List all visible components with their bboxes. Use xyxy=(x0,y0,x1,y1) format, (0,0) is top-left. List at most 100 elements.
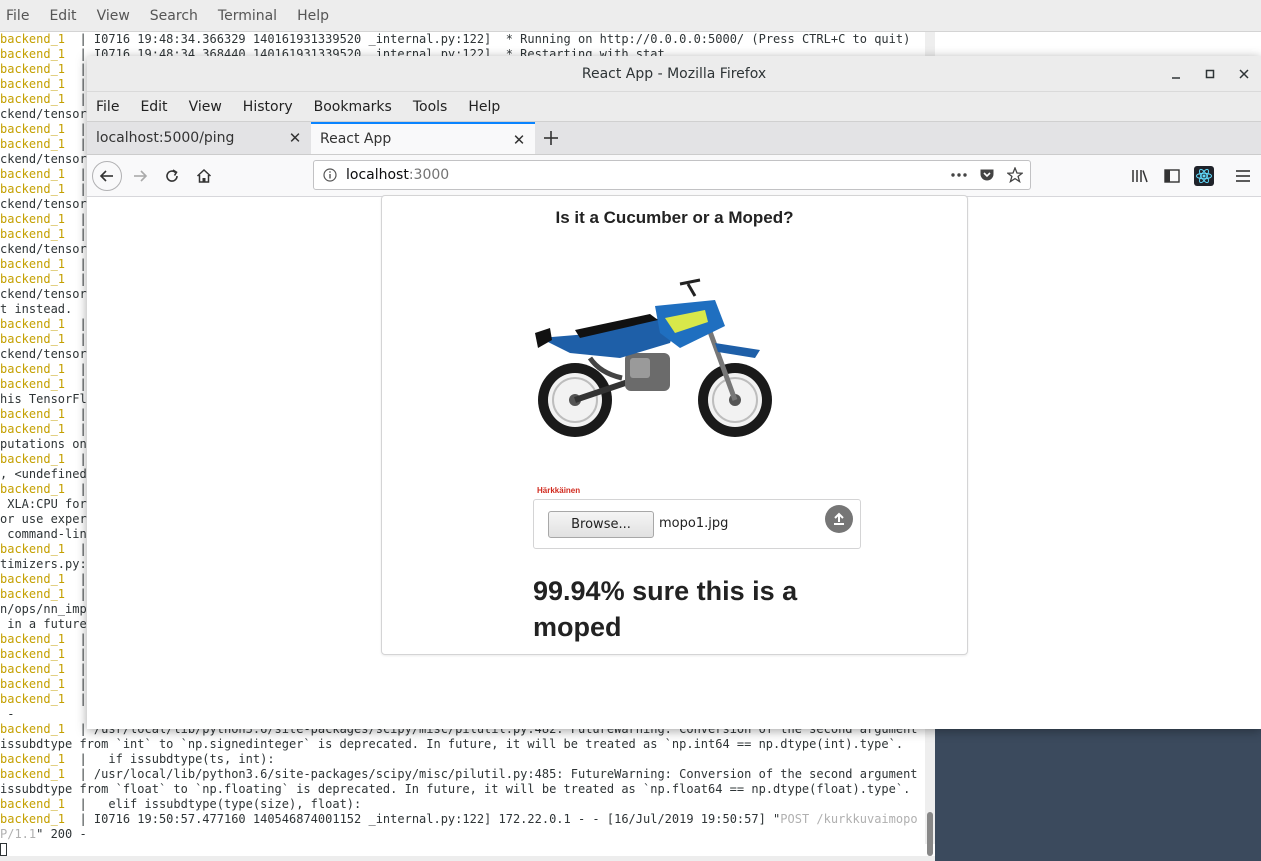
terminal-line-text: ckend/tensorf xyxy=(0,197,94,211)
terminal-service-label: backend_1 xyxy=(0,257,66,271)
info-icon[interactable] xyxy=(323,168,337,182)
new-tab-icon[interactable] xyxy=(535,122,567,154)
terminal-line: backend_1 | I0716 19:48:34.366329 140161… xyxy=(0,32,925,47)
terminal-line-text: XLA:CPU for xyxy=(0,497,87,511)
terminal-faded-text: P/1.1 xyxy=(0,827,37,841)
terminal-service-label: backend_1 xyxy=(0,632,66,646)
tab-ping[interactable]: localhost:5000/ping ✕ xyxy=(87,122,311,154)
terminal-line-text: | xyxy=(65,227,87,241)
terminal-service-label: backend_1 xyxy=(0,32,66,46)
tab-strip: localhost:5000/ping ✕ React App ✕ xyxy=(87,122,1261,155)
terminal-service-label: backend_1 xyxy=(0,752,66,766)
menu-edit[interactable]: Edit xyxy=(140,99,167,115)
terminal-menu-view[interactable]: View xyxy=(97,8,130,24)
home-icon[interactable] xyxy=(189,161,219,191)
terminal-service-label: backend_1 xyxy=(0,767,66,781)
terminal-menu-terminal[interactable]: Terminal xyxy=(218,8,277,24)
terminal-line-text: | xyxy=(65,272,87,286)
terminal-menu-help[interactable]: Help xyxy=(297,8,329,24)
terminal-menu-edit[interactable]: Edit xyxy=(49,8,76,24)
terminal-service-label: backend_1 xyxy=(0,272,66,286)
terminal-line-text: | xyxy=(65,407,87,421)
terminal-service-label: backend_1 xyxy=(0,647,66,661)
hamburger-menu-icon[interactable] xyxy=(1228,161,1258,191)
classifier-card: Is it a Cucumber or a Moped? Härkkäinen … xyxy=(381,195,968,655)
react-devtools-icon[interactable] xyxy=(1189,161,1219,191)
terminal-line: P/1.1" 200 - xyxy=(0,827,925,842)
terminal-menu-file[interactable]: File xyxy=(6,8,29,24)
terminal-line-text: | xyxy=(65,362,87,376)
reload-icon[interactable] xyxy=(157,161,187,191)
menu-file[interactable]: File xyxy=(96,99,119,115)
terminal-line-text: | xyxy=(65,692,87,706)
url-bar[interactable]: localhost:3000 xyxy=(313,160,1031,190)
terminal-line-text: | xyxy=(65,377,87,391)
window-titlebar[interactable]: React App - Mozilla Firefox xyxy=(87,56,1261,92)
terminal-line-text: | elif issubdtype(type(size), float): xyxy=(65,797,362,811)
terminal-service-label: backend_1 xyxy=(0,332,66,346)
browse-button[interactable]: Browse... xyxy=(548,511,654,538)
forward-arrow-icon[interactable] xyxy=(125,161,155,191)
sidebar-icon[interactable] xyxy=(1157,161,1187,191)
library-icon[interactable] xyxy=(1125,161,1155,191)
desktop-background xyxy=(935,729,1261,861)
pocket-icon[interactable] xyxy=(979,167,995,183)
terminal-line: backend_1 | if issubdtype(ts, int): xyxy=(0,752,925,767)
menu-view[interactable]: View xyxy=(189,99,222,115)
maximize-icon[interactable] xyxy=(1200,64,1220,84)
terminal-line: backend_1 | I0716 19:50:57.477160 140546… xyxy=(0,812,925,827)
terminal-line-text: | xyxy=(65,122,87,136)
menu-tools[interactable]: Tools xyxy=(413,99,448,115)
terminal-service-label: backend_1 xyxy=(0,407,66,421)
terminal-service-label: backend_1 xyxy=(0,422,66,436)
menu-history[interactable]: History xyxy=(243,99,293,115)
terminal-faded-text: POST /kurkkuvaimopo HTT xyxy=(780,812,925,826)
back-arrow-icon[interactable] xyxy=(92,161,122,191)
terminal-line-text: | xyxy=(65,482,87,496)
terminal-line-text: ckend/tensorf xyxy=(0,107,94,121)
terminal-service-label: backend_1 xyxy=(0,122,66,136)
tab-react-app[interactable]: React App ✕ xyxy=(311,122,535,154)
terminal-line-text: his TensorFlo xyxy=(0,392,94,406)
terminal-line-text: ckend/tensorf xyxy=(0,347,94,361)
terminal-line-text: | xyxy=(65,212,87,226)
terminal-service-label: backend_1 xyxy=(0,662,66,676)
terminal-line-text: , <undefined> xyxy=(0,467,94,481)
close-window-icon[interactable] xyxy=(1234,64,1254,84)
terminal-service-label: backend_1 xyxy=(0,167,66,181)
terminal-menubar: File Edit View Search Terminal Help xyxy=(0,0,935,32)
prediction-result: 99.94% sure this is a moped xyxy=(533,576,798,642)
menu-help[interactable]: Help xyxy=(468,99,500,115)
terminal-line-text: | if issubdtype(ts, int): xyxy=(65,752,275,766)
terminal-line-text: n/ops/nn_impl xyxy=(0,602,94,616)
close-tab-icon[interactable]: ✕ xyxy=(511,132,527,148)
upload-icon[interactable] xyxy=(825,505,853,533)
terminal-service-label: backend_1 xyxy=(0,362,66,376)
firefox-window: React App - Mozilla Firefox File Edit Vi… xyxy=(87,56,1261,729)
terminal-line: issubdtype from `float` to `np.floating`… xyxy=(0,782,925,797)
terminal-service-label: backend_1 xyxy=(0,92,66,106)
bookmark-star-icon[interactable] xyxy=(1007,167,1023,183)
terminal-cursor xyxy=(0,843,7,856)
terminal-line: backend_1 | /usr/local/lib/python3.6/sit… xyxy=(0,767,925,782)
navigation-toolbar: localhost:3000 xyxy=(87,155,1261,197)
terminal-line-text: ckend/tensorf xyxy=(0,287,94,301)
close-tab-icon[interactable]: ✕ xyxy=(287,130,303,146)
page-title: Is it a Cucumber or a Moped? xyxy=(555,208,794,227)
terminal-service-label: backend_1 xyxy=(0,62,66,76)
terminal-service-label: backend_1 xyxy=(0,482,66,496)
terminal-line-text: | xyxy=(65,422,87,436)
background-window-header xyxy=(935,0,1261,32)
url-host: localhost xyxy=(346,167,409,183)
terminal-menu-search[interactable]: Search xyxy=(150,8,198,24)
terminal-line-text: | xyxy=(65,647,87,661)
terminal-service-label: backend_1 xyxy=(0,317,66,331)
terminal-scrollbar-thumb[interactable] xyxy=(927,812,933,856)
minimize-icon[interactable] xyxy=(1166,64,1186,84)
menu-bookmarks[interactable]: Bookmarks xyxy=(314,99,392,115)
terminal-service-label: backend_1 xyxy=(0,542,66,556)
page-actions-icon[interactable] xyxy=(950,167,968,183)
terminal-service-label: backend_1 xyxy=(0,452,66,466)
terminal-line-text: " 200 - xyxy=(36,827,87,841)
terminal-line-text: | xyxy=(65,92,87,106)
